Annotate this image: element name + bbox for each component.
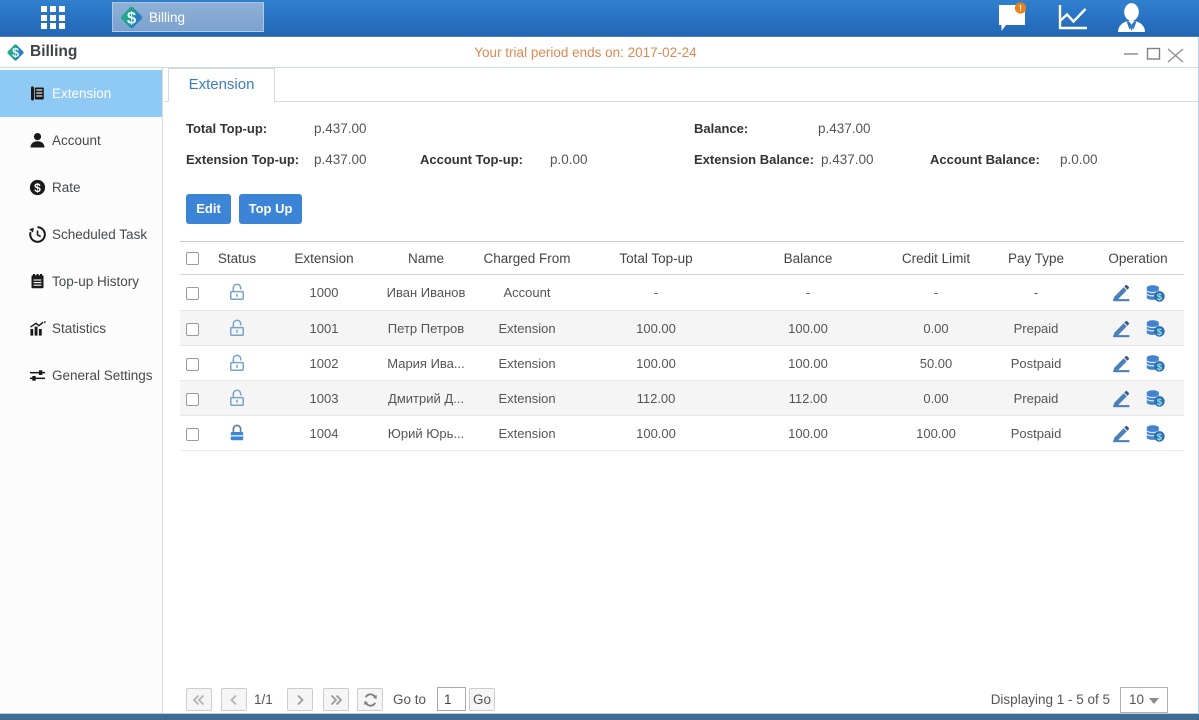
svg-text:$: $ [34,181,41,195]
svg-text:$: $ [1156,362,1162,372]
svg-text:$: $ [1156,397,1162,407]
svg-text:$: $ [1156,432,1162,442]
svg-text:$: $ [1156,291,1162,301]
svg-text:$: $ [127,8,137,27]
svg-text:!: ! [1019,3,1022,13]
svg-text:$: $ [1156,327,1162,337]
